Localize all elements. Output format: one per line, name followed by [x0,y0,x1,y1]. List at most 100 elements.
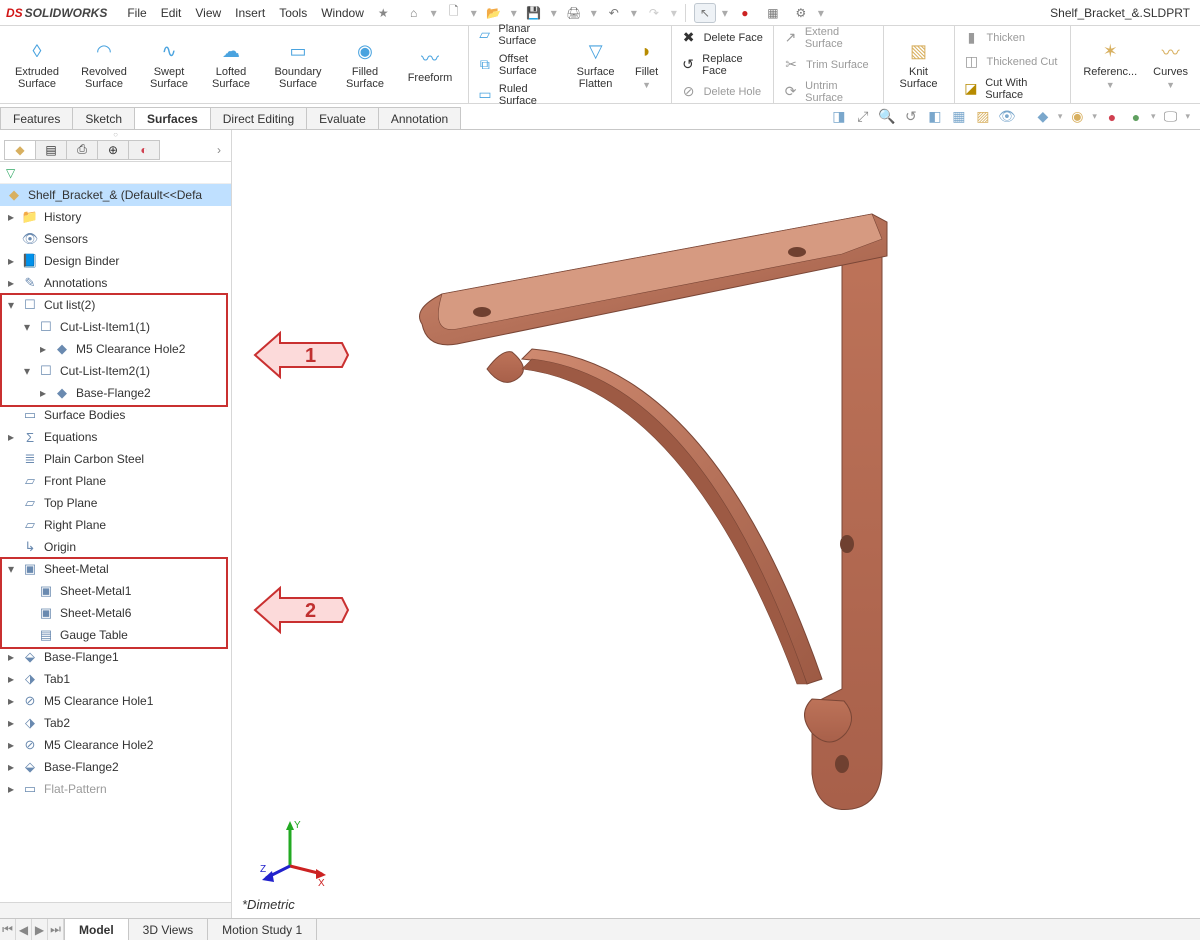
tree-node[interactable]: 👁Sensors [0,228,231,250]
tree-node[interactable]: ▾☐Cut list(2) [0,294,231,316]
tree-node[interactable]: ▸◆M5 Clearance Hole2 [0,338,231,360]
fillet-button[interactable]: ◗Fillet▼ [627,38,667,92]
tree-node[interactable]: ▸⬙Base-Flange2 [0,756,231,778]
offset-surface-button[interactable]: ⧉Offset Surface [473,51,565,79]
select-icon[interactable]: ↖ [694,3,716,23]
tree-twisty-icon[interactable]: ▸ [6,760,16,774]
home-icon[interactable]: ⌂ [403,3,425,23]
tree-twisty-icon[interactable]: ▾ [6,298,16,312]
edit-appearance-icon[interactable]: ● [1103,108,1121,126]
tree-node[interactable]: ▭Surface Bodies [0,404,231,426]
tree-node[interactable]: ▸📁History [0,206,231,228]
menu-file[interactable]: File [127,6,146,20]
tree-node[interactable]: ▱Top Plane [0,492,231,514]
scene-icon[interactable]: ◉ [1068,108,1086,126]
fm-tab-tree-icon[interactable]: ◆ [4,140,36,160]
replace-face-button[interactable]: ↺Replace Face [676,51,770,79]
redo-icon[interactable]: ↷ [643,3,665,23]
menu-tools[interactable]: Tools [279,6,307,20]
curves-button[interactable]: 〰Curves▼ [1145,38,1196,92]
display-style-icon[interactable]: ▨ [974,108,992,126]
tree-node[interactable]: ≣Plain Carbon Steel [0,448,231,470]
cut-with-surface-button[interactable]: ◪Cut With Surface [959,75,1067,103]
zoom-fit-icon[interactable]: ⤢ [854,108,872,126]
tree-node[interactable]: ▱Right Plane [0,514,231,536]
tree-twisty-icon[interactable]: ▸ [6,672,16,686]
tab-prev-icon[interactable]: ◀ [16,919,32,940]
tree-twisty-icon[interactable]: ▸ [6,716,16,730]
fm-tab-display-icon[interactable]: ◐ [128,140,160,160]
bottom-tab-motion-study[interactable]: Motion Study 1 [208,919,317,940]
revolved-surface-button[interactable]: ◠Revolved Surface [70,38,138,92]
tree-node[interactable]: ▣Sheet-Metal1 [0,580,231,602]
settings-icon[interactable]: ⚙ [790,3,812,23]
tree-node[interactable]: ▸⊘M5 Clearance Hole2 [0,734,231,756]
tree-twisty-icon[interactable]: ▾ [6,562,16,576]
tree-twisty-icon[interactable]: ▸ [38,386,48,400]
feature-filter[interactable]: ▽ [0,162,231,184]
tree-node[interactable]: ▸📘Design Binder [0,250,231,272]
tree-twisty-icon[interactable]: ▸ [6,738,16,752]
tree-node[interactable]: ▱Front Plane [0,470,231,492]
menu-insert[interactable]: Insert [235,6,265,20]
section-view-icon[interactable]: ◧ [926,108,944,126]
reference-geometry-button[interactable]: ✶Referenc...▼ [1075,38,1145,92]
tree-node[interactable]: ▾☐Cut-List-Item1(1) [0,316,231,338]
fm-tab-property-icon[interactable]: ▤ [35,140,67,160]
tree-twisty-icon[interactable]: ▾ [22,320,32,334]
bottom-tab-model[interactable]: Model [65,919,129,940]
tree-twisty-icon[interactable]: ▸ [6,210,16,224]
tab-annotation[interactable]: Annotation [378,107,461,129]
tree-twisty-icon[interactable]: ▸ [6,650,16,664]
apply-scene-icon[interactable]: ● [1127,108,1145,126]
tree-twisty-icon[interactable]: ▸ [6,276,16,290]
tree-twisty-icon[interactable]: ▸ [6,254,16,268]
options-icon[interactable]: ▦ [762,3,784,23]
tree-twisty-icon[interactable]: ▸ [38,342,48,356]
tree-node[interactable]: ▸✎Annotations [0,272,231,294]
open-icon[interactable]: 📂 [483,3,505,23]
tree-node[interactable]: ▸⬗Tab2 [0,712,231,734]
bottom-tab-3d-views[interactable]: 3D Views [129,919,208,940]
tree-node[interactable]: ▸◆Base-Flange2 [0,382,231,404]
lofted-surface-button[interactable]: ☁Lofted Surface [200,38,262,92]
view-settings-icon[interactable]: 🖵 [1161,108,1179,126]
view-orient-icon[interactable]: ▦ [950,108,968,126]
tree-node[interactable]: ▾☐Cut-List-Item2(1) [0,360,231,382]
fm-tab-config-icon[interactable]: ⎙ [66,140,98,160]
menu-window[interactable]: Window [321,6,364,20]
zoom-area-icon[interactable]: 🔍 [878,108,896,126]
tree-node[interactable]: ▸▭Flat-Pattern [0,778,231,800]
tree-twisty-icon[interactable]: ▾ [22,364,32,378]
tab-next-icon[interactable]: ▶ [32,919,48,940]
boundary-surface-button[interactable]: ▭Boundary Surface [262,38,334,92]
menu-expand-icon[interactable]: ★ [378,6,389,20]
tab-surfaces[interactable]: Surfaces [134,107,211,129]
tab-direct-editing[interactable]: Direct Editing [210,107,307,129]
view-cube-icon[interactable]: ◨ [830,108,848,126]
surface-flatten-button[interactable]: ▽Surface Flatten [565,38,627,92]
tree-twisty-icon[interactable]: ▸ [6,694,16,708]
filled-surface-button[interactable]: ◉Filled Surface [334,38,396,92]
appearance-icon[interactable]: ◆ [1034,108,1052,126]
tab-last-icon[interactable]: ⏭ [48,919,64,940]
tab-evaluate[interactable]: Evaluate [306,107,379,129]
tab-features[interactable]: Features [0,107,73,129]
feature-tree[interactable]: ▸📁History👁Sensors▸📘Design Binder▸✎Annota… [0,206,231,902]
menu-edit[interactable]: Edit [161,6,182,20]
rebuild-icon[interactable]: ● [734,3,756,23]
tree-root[interactable]: ◆ Shelf_Bracket_& (Default<<Defa [0,184,231,206]
tree-node[interactable]: ▤Gauge Table [0,624,231,646]
knit-surface-button[interactable]: ▧Knit Surface [888,38,950,92]
tree-node[interactable]: ▣Sheet-Metal6 [0,602,231,624]
fm-tab-expand-icon[interactable]: › [211,143,227,157]
extruded-surface-button[interactable]: ◊Extruded Surface [4,38,70,92]
delete-face-button[interactable]: ✖Delete Face [676,27,770,49]
tree-twisty-icon[interactable]: ▸ [6,782,16,796]
tree-twisty-icon[interactable]: ▸ [6,430,16,444]
tree-node[interactable]: ▾▣Sheet-Metal [0,558,231,580]
save-icon[interactable]: 💾 [523,3,545,23]
fm-tab-dim-icon[interactable]: ⊕ [97,140,129,160]
tree-node[interactable]: ↳Origin [0,536,231,558]
tree-node[interactable]: ▸⊘M5 Clearance Hole1 [0,690,231,712]
